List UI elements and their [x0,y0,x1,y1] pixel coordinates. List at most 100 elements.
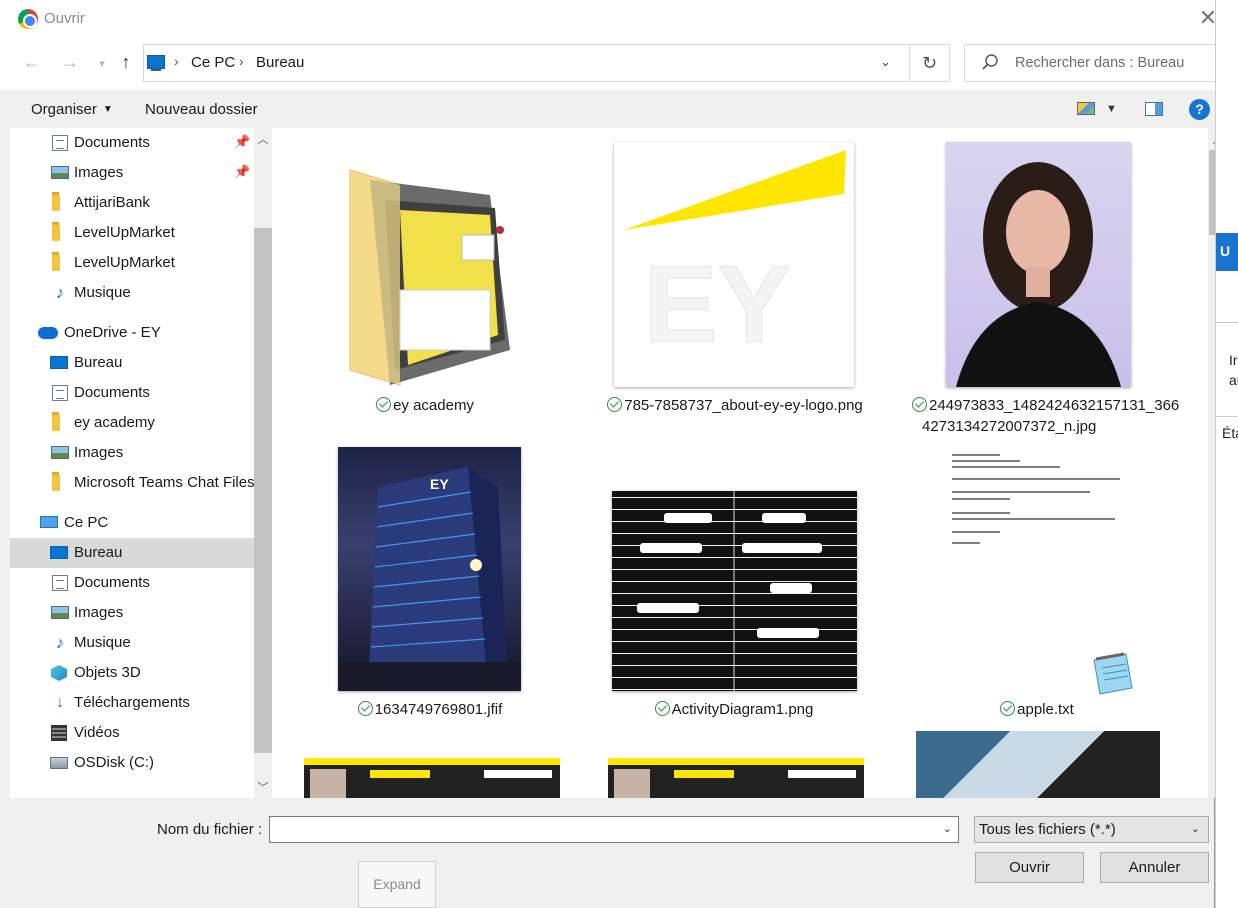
file-type-filter[interactable]: Tous les fichiers (*.*) ⌄ [974,816,1209,843]
sidebar-item-ce-pc[interactable]: Ce PC [10,508,254,538]
sidebar-item-onedrive-images[interactable]: Images [10,438,254,468]
sidebar-item-attijaribank[interactable]: AttijariBank [10,188,254,218]
recent-locations-chevron-icon[interactable]: ▾ [90,57,114,70]
sidebar-item-levelupmarket[interactable]: LevelUpMarket [10,218,254,248]
sidebar-item-onedrive-bureau[interactable]: Bureau [10,348,254,378]
new-folder-button[interactable]: Nouveau dossier [145,101,258,118]
chevron-right-icon[interactable]: › [239,53,244,69]
forward-arrow-icon[interactable]: → [58,52,82,73]
chevron-right-icon[interactable]: › [174,53,179,69]
sidebar-item-label: Images [74,164,124,181]
background-text-1: Ir [1229,352,1238,368]
filename-input[interactable]: ⌄ [269,816,959,843]
cv-skills-bar [484,770,552,778]
sidebar-item-videos[interactable]: Vidéos [10,718,254,748]
sidebar-item-osdisk[interactable]: OSDisk (C:) [10,748,254,778]
file-label[interactable]: ActivityDiagram1.png [604,699,864,720]
folder-icon [52,252,60,271]
sidebar-item-musique-quick[interactable]: ♪ Musique [10,278,254,308]
sidebar-item-pc-musique[interactable]: ♪ Musique [10,628,254,658]
sync-ok-icon [607,397,623,412]
file-list-view: ey academy EY 785-7858737_about-ey-ey-lo… [272,128,1208,798]
sidebar-item-label: OneDrive - EY [64,324,161,341]
sidebar-item-teams-chat-files[interactable]: Microsoft Teams Chat Files [10,468,254,498]
sidebar-item-onedrive-documents[interactable]: Documents [10,378,254,408]
address-bar[interactable]: › Ce PC › Bureau ⌄ [143,44,910,82]
folder-icon [52,222,60,241]
sidebar-item-objets-3d[interactable]: Objets 3D [10,658,254,688]
search-icon [982,54,998,70]
file-tile-activity-diagram[interactable] [612,491,857,691]
organize-menu[interactable]: Organiser ▼ [31,101,113,118]
background-app-tab[interactable]: U [1216,233,1238,271]
pin-icon[interactable]: 📌 [234,164,250,180]
filename-label: Nom du fichier : [157,821,263,838]
folder-icon [349,169,510,386]
file-name: 1634749769801.jfif [374,701,503,718]
sidebar-item-label: Documents [74,384,150,401]
search-placeholder[interactable]: Rechercher dans : Bureau [1015,55,1184,71]
change-view-icon[interactable] [1077,102,1095,115]
chevron-down-icon[interactable]: ⌄ [943,822,952,835]
file-tile-text-preview[interactable] [940,450,1140,560]
folder-icon [52,472,60,491]
pin-icon[interactable]: 📌 [234,134,250,150]
music-icon: ♪ [55,633,65,652]
breadcrumb-bureau[interactable]: Bureau [256,54,304,71]
sidebar-item-label: Musique [74,634,131,651]
up-arrow-icon[interactable]: ↑ [114,52,138,73]
sync-ok-icon [357,701,373,716]
sidebar-item-images-pinned[interactable]: Images 📌 [10,158,254,188]
help-icon[interactable]: ? [1189,99,1210,120]
sidebar-item-telechargements[interactable]: ↓ Téléchargements [10,688,254,718]
expand-button[interactable]: Expand [358,861,436,908]
preview-pane-icon[interactable] [1145,102,1163,116]
file-tile-cv-2[interactable] [608,758,864,798]
breadcrumb-ce-pc[interactable]: Ce PC [191,54,235,71]
sidebar-item-documents-pinned[interactable]: Documents 📌 [10,128,254,158]
file-name-line2: 4273134272007372_n.jpg [922,418,1097,435]
chevron-down-icon[interactable]: ⌄ [1191,822,1200,835]
file-tile-ey-logo[interactable]: EY [614,142,854,387]
sidebar-item-pc-documents[interactable]: Documents [10,568,254,598]
sidebar-scrollbar-thumb[interactable] [254,228,272,753]
scroll-down-icon[interactable]: ﹀ [254,779,272,795]
sidebar-item-levelupmarket-2[interactable]: LevelUpMarket [10,248,254,278]
sidebar-item-label: Ce PC [64,514,109,531]
folder-icon [52,192,60,211]
open-button[interactable]: Ouvrir [975,852,1084,883]
scroll-up-icon[interactable]: ︿ [254,131,272,147]
sidebar-item-label: Téléchargements [74,694,190,711]
file-tile-portrait[interactable] [946,142,1131,387]
search-box[interactable]: Rechercher dans : Bureau [964,44,1217,82]
sidebar-item-label: AttijariBank [74,194,150,211]
refresh-button[interactable]: ↻ [910,44,950,82]
documents-icon [52,135,68,151]
this-pc-icon [147,55,165,71]
svg-text:EY: EY [644,243,791,366]
file-label[interactable]: apple.txt [922,699,1152,720]
file-tile-ey-academy[interactable] [340,150,520,390]
chevron-down-icon[interactable]: ⌄ [880,54,891,70]
computer-icon [40,516,58,528]
file-label[interactable]: 785-7858737_about-ey-ey-logo.png [590,395,880,416]
file-tile-building[interactable]: EY [338,447,521,691]
sidebar-item-pc-images[interactable]: Images [10,598,254,628]
chrome-icon [18,9,38,29]
sidebar-item-label: LevelUpMarket [74,224,175,241]
back-arrow-icon[interactable]: ← [20,52,44,73]
music-icon: ♪ [55,283,65,302]
file-tile-cv-1[interactable] [304,758,560,798]
view-options-caret-icon[interactable]: ▼ [1106,103,1117,115]
sidebar-item-bureau[interactable]: Bureau [10,538,254,568]
cancel-button[interactable]: Annuler [1100,852,1209,883]
file-name: ActivityDiagram1.png [671,701,814,718]
file-label[interactable]: 244973833_1482424632157131_366 4273134272… [904,395,1184,437]
sidebar-item-ey-academy[interactable]: ey academy [10,408,254,438]
sidebar-item-label: Documents [74,574,150,591]
caret-down-icon: ▼ [102,104,113,115]
sidebar-item-onedrive[interactable]: OneDrive - EY [10,318,254,348]
file-tile-building-2[interactable] [916,731,1160,798]
file-label[interactable]: ey academy [310,395,540,416]
file-label[interactable]: 1634749769801.jfif [310,699,550,720]
